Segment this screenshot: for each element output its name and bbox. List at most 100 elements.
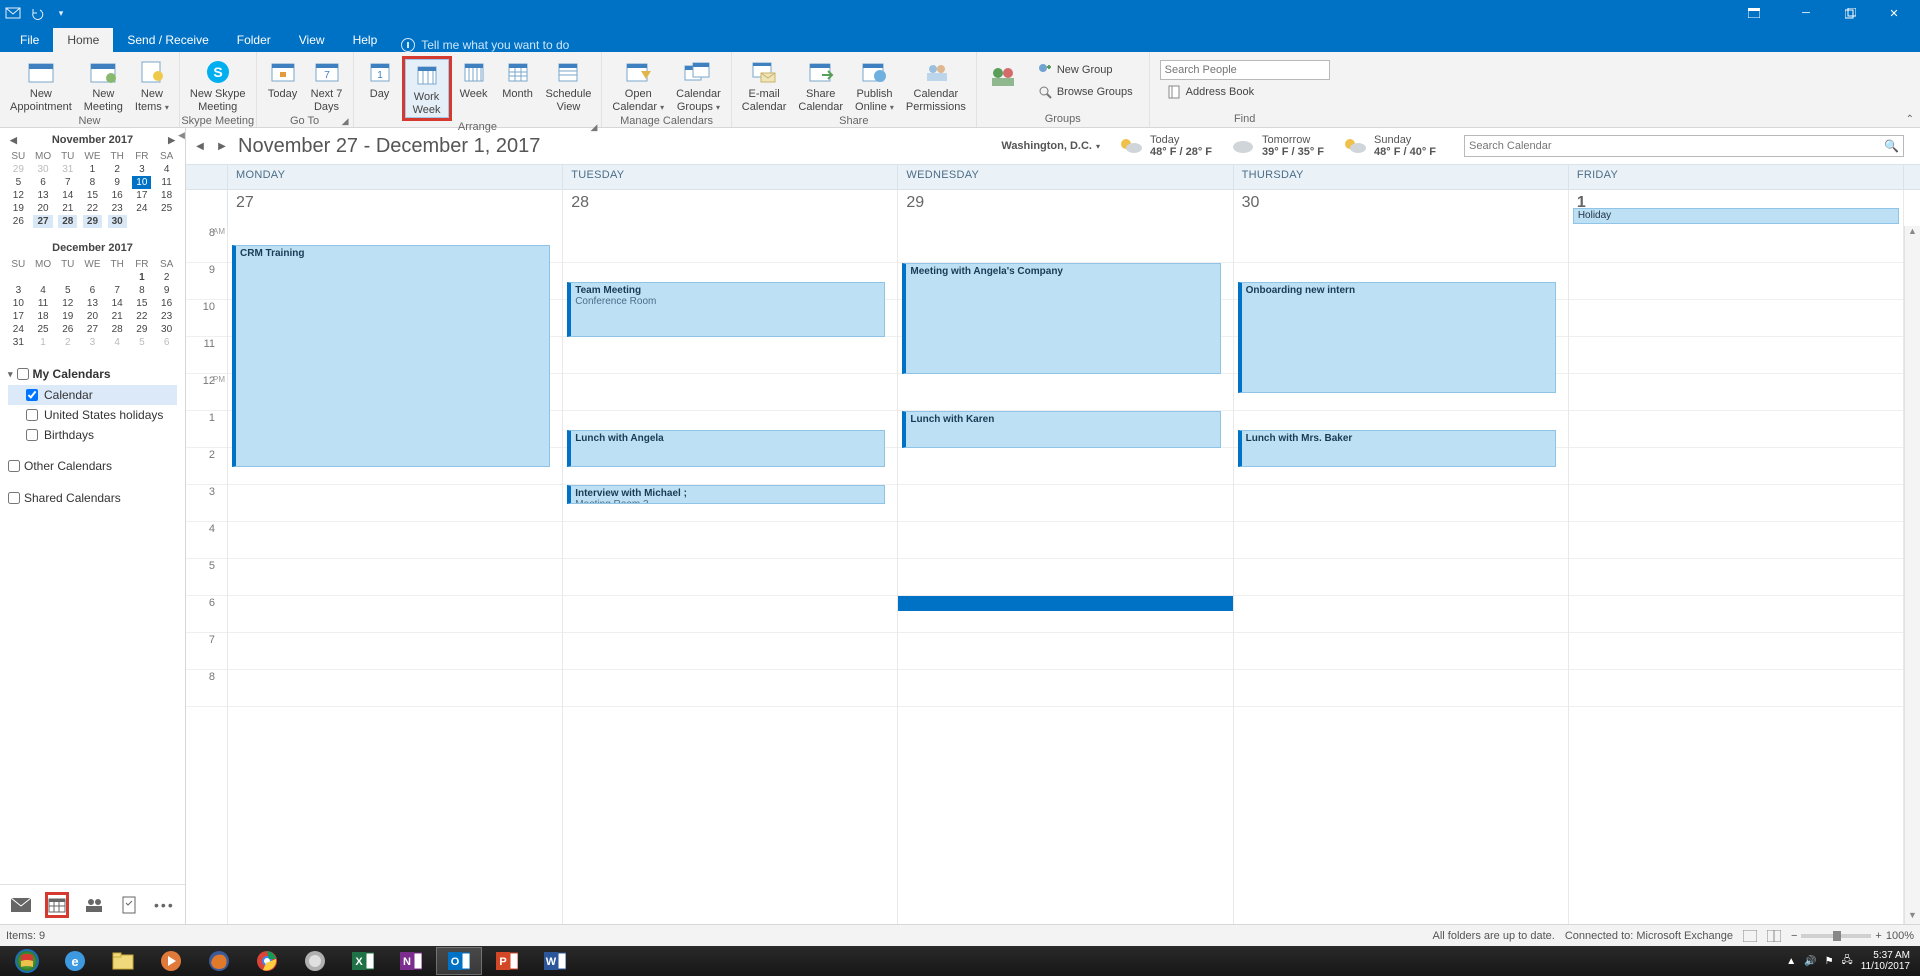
tell-me-search[interactable]: Tell me what you want to do xyxy=(391,38,579,52)
taskbar-app[interactable] xyxy=(292,947,338,975)
scroll-up-icon[interactable]: ▲ xyxy=(1905,226,1920,240)
mini-day[interactable]: 10 xyxy=(130,176,155,189)
mini-day[interactable]: 1 xyxy=(130,271,155,284)
taskbar-powerpoint[interactable]: P xyxy=(484,947,530,975)
date-cell-tue[interactable]: 28 xyxy=(563,190,898,226)
calendar-nav-icon[interactable] xyxy=(45,892,69,918)
taskbar-excel[interactable]: X xyxy=(340,947,386,975)
calendar-event[interactable]: Team MeetingConference Room xyxy=(567,282,885,338)
mini-day[interactable] xyxy=(6,271,31,284)
mini-day[interactable]: 19 xyxy=(6,202,31,215)
calendar-permissions-button[interactable]: Calendar Permissions xyxy=(900,56,972,115)
taskbar-ie[interactable]: e xyxy=(52,947,98,975)
date-cell-mon[interactable]: 27 xyxy=(228,190,563,226)
mini-day[interactable]: 15 xyxy=(130,297,155,310)
mini-day[interactable] xyxy=(55,271,80,284)
mini-day[interactable] xyxy=(80,271,105,284)
date-cell-fri[interactable]: 1Holiday xyxy=(1569,190,1904,226)
mini-day[interactable]: 29 xyxy=(6,163,31,176)
prev-week-icon[interactable]: ◀ xyxy=(194,141,206,152)
mini-day[interactable]: 26 xyxy=(55,323,80,336)
calendar-event[interactable]: Onboarding new intern xyxy=(1238,282,1556,393)
taskbar-firefox[interactable] xyxy=(196,947,242,975)
zoom-out-icon[interactable]: − xyxy=(1791,930,1797,942)
mini-day[interactable]: 30 xyxy=(154,323,179,336)
address-book-button[interactable]: Address Book xyxy=(1160,82,1330,102)
day-header-thu[interactable]: THURSDAY xyxy=(1234,165,1569,189)
mini-day[interactable]: 25 xyxy=(154,202,179,215)
mini-day[interactable]: 2 xyxy=(105,163,130,176)
zoom-slider[interactable]: − + 100% xyxy=(1791,930,1914,942)
mini-day[interactable]: 8 xyxy=(130,284,155,297)
tray-chevron-icon[interactable]: ▲ xyxy=(1786,956,1796,967)
mini-day[interactable]: 6 xyxy=(154,336,179,349)
new-skype-meeting-button[interactable]: SNew Skype Meeting xyxy=(184,56,252,115)
mini-day[interactable]: 27 xyxy=(31,215,56,228)
mini-day[interactable]: 10 xyxy=(6,297,31,310)
mini-day[interactable]: 29 xyxy=(130,323,155,336)
tray-network-icon[interactable]: 🖧 xyxy=(1842,953,1853,970)
day-col-thu[interactable]: Onboarding new internLunch with Mrs. Bak… xyxy=(1234,226,1569,924)
new-meeting-button[interactable]: New Meeting xyxy=(78,56,129,115)
mini-day[interactable]: 13 xyxy=(31,189,56,202)
mini-day[interactable]: 4 xyxy=(31,284,56,297)
people-icon[interactable] xyxy=(83,892,104,918)
mini-day[interactable]: 26 xyxy=(6,215,31,228)
day-header-tue[interactable]: TUESDAY xyxy=(563,165,898,189)
taskbar-explorer[interactable] xyxy=(100,947,146,975)
taskbar-word[interactable]: W xyxy=(532,947,578,975)
close-button[interactable]: ✕ xyxy=(1872,0,1916,26)
mini-day[interactable]: 2 xyxy=(55,336,80,349)
day-view-button[interactable]: 1Day xyxy=(358,56,402,103)
mini-day[interactable]: 16 xyxy=(105,189,130,202)
undo-icon[interactable] xyxy=(28,4,46,22)
mini-day[interactable]: 11 xyxy=(154,176,179,189)
system-tray[interactable]: ▲ 🔊 ⚑ 🖧 5:37 AM11/10/2017 xyxy=(1786,950,1916,972)
mini-day[interactable]: 25 xyxy=(31,323,56,336)
view-normal-icon[interactable] xyxy=(1743,930,1757,942)
allday-event-holiday[interactable]: Holiday xyxy=(1573,208,1899,224)
tab-home[interactable]: Home xyxy=(53,28,113,52)
mini-day[interactable]: 31 xyxy=(55,163,80,176)
mini-day[interactable]: 27 xyxy=(80,323,105,336)
mini-day[interactable]: 8 xyxy=(80,176,105,189)
mini-day[interactable]: 9 xyxy=(105,176,130,189)
work-week-view-button[interactable]: Work Week xyxy=(405,59,449,118)
email-calendar-button[interactable]: E-mail Calendar xyxy=(736,56,793,115)
mini-day[interactable]: 3 xyxy=(6,284,31,297)
mini-day[interactable]: 17 xyxy=(130,189,155,202)
ribbon-display-options[interactable] xyxy=(1732,0,1776,26)
day-header-fri[interactable]: FRIDAY xyxy=(1569,165,1904,189)
mini-day[interactable]: 4 xyxy=(154,163,179,176)
view-reading-icon[interactable] xyxy=(1767,930,1781,942)
new-appointment-button[interactable]: New Appointment xyxy=(4,56,78,115)
calendar-event[interactable]: CRM Training xyxy=(232,245,550,467)
tray-volume-icon[interactable]: 🔊 xyxy=(1804,956,1816,967)
mini-day[interactable]: 24 xyxy=(130,202,155,215)
next-week-icon[interactable]: ▶ xyxy=(216,141,228,152)
mini-day[interactable]: 23 xyxy=(105,202,130,215)
tree-other-calendars[interactable]: Other Calendars xyxy=(8,455,177,477)
day-header-mon[interactable]: MONDAY xyxy=(228,165,563,189)
mini-day[interactable]: 13 xyxy=(80,297,105,310)
tab-folder[interactable]: Folder xyxy=(223,28,285,52)
mini-day[interactable]: 31 xyxy=(6,336,31,349)
mini-day[interactable]: 5 xyxy=(130,336,155,349)
tray-flag-icon[interactable]: ⚑ xyxy=(1825,956,1834,967)
mini-day[interactable]: 1 xyxy=(31,336,56,349)
dialog-launcher-icon[interactable]: ◢ xyxy=(342,116,349,127)
minimize-button[interactable]: ─ xyxy=(1784,0,1828,26)
mini-day[interactable]: 9 xyxy=(154,284,179,297)
zoom-in-icon[interactable]: + xyxy=(1875,930,1881,942)
day-header-wed[interactable]: WEDNESDAY xyxy=(898,165,1233,189)
mini-day[interactable]: 6 xyxy=(80,284,105,297)
search-people-input[interactable] xyxy=(1160,60,1330,80)
search-icon[interactable]: 🔍 xyxy=(1884,139,1899,153)
mini-day[interactable]: 30 xyxy=(105,215,130,228)
new-items-button[interactable]: New Items ▾ xyxy=(129,56,175,115)
collapse-sidebar-icon[interactable]: ◀ xyxy=(178,130,185,141)
month-view-button[interactable]: Month xyxy=(496,56,540,103)
tree-birthdays[interactable]: Birthdays xyxy=(8,425,177,445)
mini-calendar-dec[interactable]: December 2017 SUMOTUWETHFRSA123456789101… xyxy=(0,236,185,357)
next-7-days-button[interactable]: 7Next 7 Days xyxy=(305,56,349,115)
